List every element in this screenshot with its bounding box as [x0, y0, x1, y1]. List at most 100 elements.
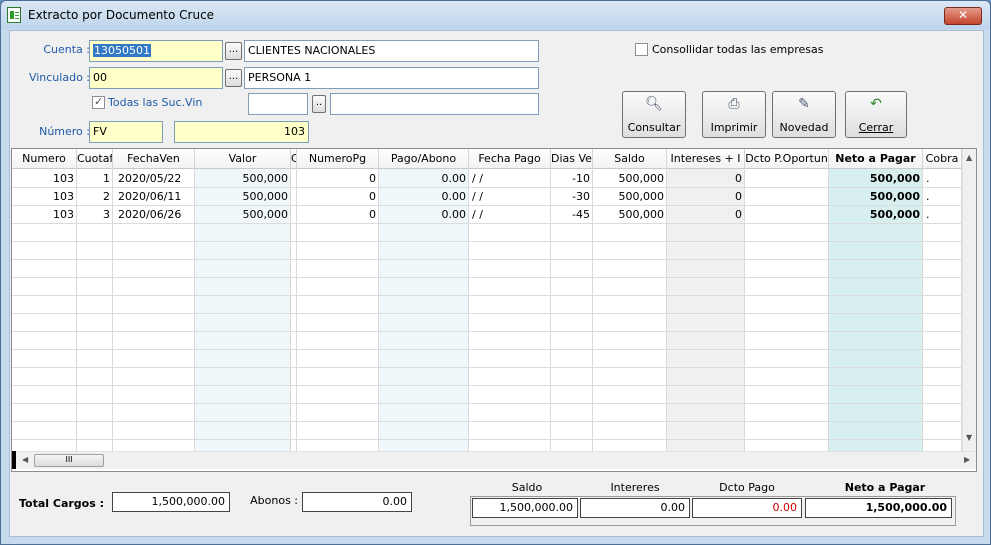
grid-row-line [12, 259, 962, 260]
numero-prefix-input[interactable]: FV [89, 121, 163, 143]
close-button[interactable]: ✕ [944, 7, 982, 25]
header-valor[interactable]: Valor [195, 149, 291, 169]
cell-pago: 0.00 [441, 190, 467, 203]
vinculado-label: Vinculado : [28, 71, 90, 84]
cell-cobra: . [926, 172, 930, 185]
header-cobra[interactable]: Cobra [923, 149, 962, 169]
scroll-down-icon[interactable]: ▼ [966, 433, 972, 442]
notepad-icon: ✎ [798, 96, 810, 112]
grid-row-line [12, 241, 962, 242]
cell-fechaven: 2020/05/22 [118, 172, 182, 185]
cuenta-input[interactable]: 13050501 [89, 40, 223, 62]
numero-label: Número : [39, 125, 90, 138]
dcto-label: Dcto Pago [719, 481, 775, 494]
grid-header: Numero Cuotaf FechaVen Valor C NumeroPg … [12, 149, 962, 169]
cell-numeropg: 0 [369, 190, 376, 203]
grid-row-line [12, 295, 962, 296]
documents-grid[interactable]: Numero Cuotaf FechaVen Valor C NumeroPg … [11, 148, 977, 472]
horizontal-scroll-thumb[interactable]: III [34, 454, 104, 467]
todas-suc-checkbox[interactable] [92, 95, 105, 109]
total-cargos-value: 1,500,000.00 [112, 492, 230, 512]
cell-fechapago: / / [472, 172, 483, 185]
intereses-value: 0.00 [580, 498, 690, 518]
header-numeropg[interactable]: NumeroPg [297, 149, 379, 169]
consolidar-checkbox[interactable] [635, 43, 648, 56]
cell-fechaven: 2020/06/11 [118, 190, 182, 203]
cell-intereses: 0 [735, 172, 742, 185]
cerrar-label: Cerrar [858, 121, 894, 134]
cell-diasven: -45 [572, 208, 590, 221]
header-numero[interactable]: Numero [12, 149, 77, 169]
cuenta-lookup-button[interactable]: ... [225, 42, 242, 60]
saldo-value: 1,500,000.00 [472, 498, 578, 518]
cell-cobra: . [926, 208, 930, 221]
cell-pago: 0.00 [441, 208, 467, 221]
cell-valor: 500,000 [242, 172, 289, 185]
grid-row-line [12, 403, 962, 404]
client-area: Cuenta : 13050501 ... CLIENTES NACIONALE… [9, 30, 984, 537]
grid-row-line [12, 349, 962, 350]
cuenta-label: Cuenta : [43, 43, 90, 56]
header-neto[interactable]: Neto a Pagar [829, 149, 923, 169]
grid-row-line [12, 367, 962, 368]
vinculado-input[interactable]: 00 [89, 67, 223, 89]
imprimir-button[interactable]: ⎙ Imprimir [702, 91, 766, 138]
novedad-button[interactable]: ✎ Novedad [772, 91, 836, 138]
cell-numero: 103 [53, 190, 74, 203]
cell-cuota: 1 [103, 172, 110, 185]
header-diasven[interactable]: Dias Ven [551, 149, 593, 169]
cell-cuota: 3 [103, 208, 110, 221]
cell-neto: 500,000 [869, 190, 920, 203]
vinculado-description: PERSONA 1 [244, 67, 539, 89]
scroll-up-icon[interactable]: ▲ [966, 153, 972, 162]
cell-saldo: 500,000 [618, 172, 665, 185]
vinculado-lookup-button[interactable]: ... [225, 69, 242, 87]
sucursal-lookup-button[interactable]: .. [312, 95, 326, 113]
cuenta-value: 13050501 [93, 44, 151, 57]
header-fechaven[interactable]: FechaVen [113, 149, 195, 169]
header-dcto[interactable]: Dcto P.Oportun [745, 149, 829, 169]
cell-valor: 500,000 [242, 190, 289, 203]
consolidar-label: Consollidar todas las empresas [652, 43, 824, 56]
neto-value: 1,500,000.00 [805, 498, 952, 518]
cell-saldo: 500,000 [618, 208, 665, 221]
novedad-label: Novedad [779, 121, 829, 134]
cell-fechaven: 2020/06/26 [118, 208, 182, 221]
scroll-left-icon[interactable]: ◀ [22, 455, 28, 464]
scroll-right-icon[interactable]: ▶ [964, 455, 970, 464]
undo-arrow-icon: ↶ [870, 96, 882, 112]
cuenta-description: CLIENTES NACIONALES [244, 40, 539, 62]
col-dcto [745, 169, 829, 451]
header-fechapago[interactable]: Fecha Pago [469, 149, 551, 169]
cell-fechapago: / / [472, 190, 483, 203]
grid-row-line [12, 421, 962, 422]
main-window: Extracto por Documento Cruce ✕ Cuenta : … [0, 0, 991, 545]
cell-diasven: -30 [572, 190, 590, 203]
header-saldo[interactable]: Saldo [593, 149, 667, 169]
consultar-button[interactable]: 🔍︎ Consultar [622, 91, 686, 138]
total-cargos-label: Total Cargos : [18, 497, 104, 510]
printer-icon: ⎙ [728, 96, 740, 112]
vertical-scrollbar[interactable]: ▲ ▼ [962, 149, 976, 451]
abonos-value: 0.00 [302, 492, 412, 512]
horizontal-scrollbar[interactable]: ◀ III ▶ [12, 451, 976, 469]
header-cuota[interactable]: Cuotaf [77, 149, 113, 169]
consultar-label: Consultar [627, 121, 681, 134]
cell-fechapago: / / [472, 208, 483, 221]
window-title: Extracto por Documento Cruce [28, 8, 215, 22]
abonos-label: Abonos : [250, 494, 298, 507]
numero-value-input[interactable]: 103 [174, 121, 309, 143]
spreadsheet-icon [7, 7, 21, 23]
magnifier-icon: 🔍︎ [645, 96, 663, 112]
cell-pago: 0.00 [441, 172, 467, 185]
cell-numeropg: 0 [369, 208, 376, 221]
sucursal-description [330, 93, 539, 115]
cell-saldo: 500,000 [618, 190, 665, 203]
header-intereses[interactable]: Intereses + I [667, 149, 745, 169]
header-pago[interactable]: Pago/Abono [379, 149, 469, 169]
grid-row-line [12, 439, 962, 440]
intereses-label: Intereres [610, 481, 660, 494]
cerrar-button[interactable]: ↶ Cerrar [845, 91, 907, 138]
sucursal-code-input[interactable] [248, 93, 308, 115]
cell-neto: 500,000 [869, 172, 920, 185]
